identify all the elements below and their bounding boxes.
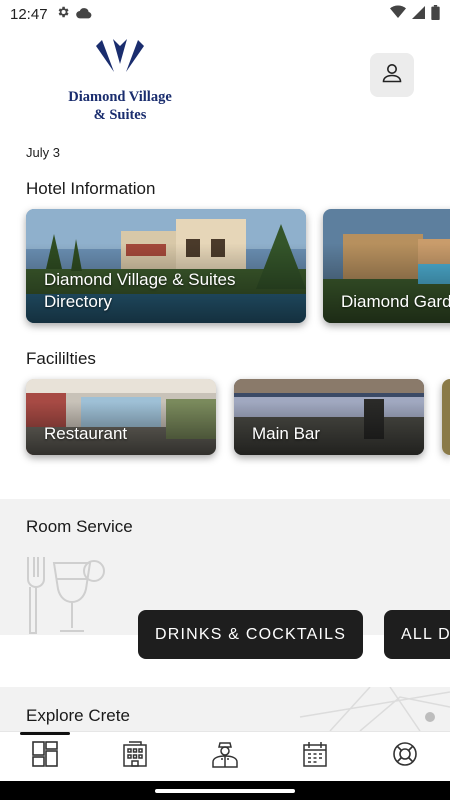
- home-handle[interactable]: [155, 789, 295, 793]
- user-icon: [380, 61, 404, 90]
- lifebuoy-icon: [391, 740, 419, 773]
- drinks-cocktails-label: DRINKS & COCKTAILS: [155, 625, 347, 643]
- system-gesture-bar: [0, 781, 450, 800]
- logo-line-1: Diamond Village: [68, 89, 172, 105]
- facilities-title: Facililties: [26, 349, 96, 368]
- directory-card-label-2: Directory: [44, 292, 113, 311]
- restaurant-card-label: Restaurant: [44, 424, 128, 443]
- profile-button[interactable]: [370, 53, 414, 97]
- diamond-garden-card[interactable]: Diamond Gard: [323, 209, 450, 323]
- restaurant-card[interactable]: Restaurant: [26, 379, 216, 455]
- next-facility-card[interactable]: [442, 379, 450, 455]
- diamond-logo-icon: [96, 39, 144, 72]
- hotel-building-icon: [121, 740, 149, 773]
- logo-line-2: & Suites: [93, 107, 147, 123]
- dashboard-icon: [31, 740, 59, 773]
- battery-icon: [431, 4, 440, 24]
- drinks-cocktails-button[interactable]: DRINKS & COCKTAILS: [138, 610, 363, 659]
- nav-concierge[interactable]: [180, 732, 270, 781]
- room-service-title: Room Service: [26, 517, 133, 536]
- status-bar: 12:47: [0, 0, 450, 28]
- nav-calendar[interactable]: [270, 732, 360, 781]
- explore-crete-title: Explore Crete: [26, 706, 130, 725]
- current-date: July 3: [26, 145, 60, 160]
- all-day-button[interactable]: ALL D: [384, 610, 450, 659]
- gear-icon: [56, 5, 70, 23]
- calendar-icon: [301, 740, 329, 773]
- directory-card[interactable]: Diamond Village & Suites Directory: [26, 209, 306, 323]
- diamond-garden-card-label: Diamond Gard: [341, 292, 450, 311]
- status-time: 12:47: [10, 5, 48, 23]
- nav-help[interactable]: [360, 732, 450, 781]
- cloud-icon: [75, 6, 92, 23]
- concierge-staff-icon: [210, 739, 240, 774]
- all-day-label: ALL D: [401, 625, 450, 643]
- directory-card-label-1: Diamond Village & Suites: [44, 270, 236, 289]
- bottom-navigation: [0, 731, 450, 781]
- nav-dashboard[interactable]: [0, 732, 90, 781]
- main-bar-card[interactable]: Main Bar: [234, 379, 424, 455]
- signal-icon: [412, 5, 425, 23]
- drink-utensils-icon: [24, 553, 108, 640]
- main-bar-card-label: Main Bar: [252, 424, 321, 443]
- hotel-information-title: Hotel Information: [26, 179, 156, 198]
- hotel-logo: Diamond Village & Suites: [40, 36, 200, 124]
- wifi-icon: [390, 5, 406, 23]
- nav-hotel[interactable]: [90, 732, 180, 781]
